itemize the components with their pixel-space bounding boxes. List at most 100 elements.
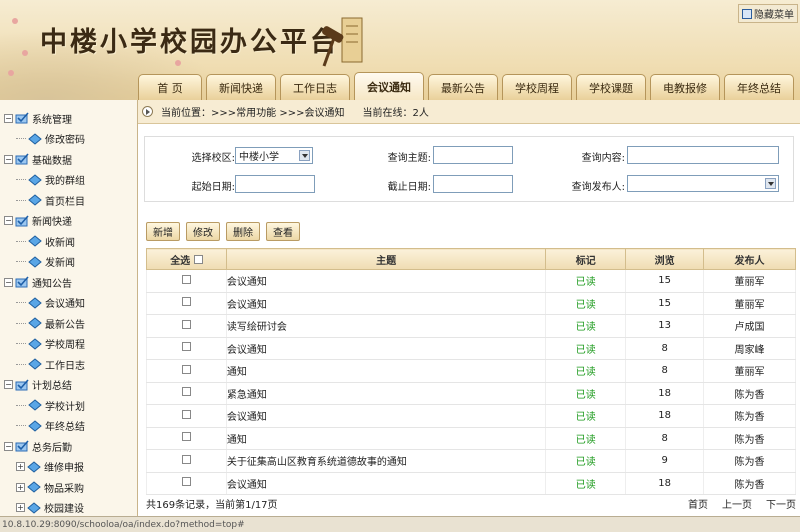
subject-cell[interactable]: 通知	[225, 427, 547, 450]
start-date-input[interactable]	[235, 175, 315, 193]
publisher-select[interactable]	[627, 175, 779, 192]
end-date-input[interactable]	[433, 175, 513, 193]
row-checkbox[interactable]	[181, 342, 191, 352]
sidebar-item[interactable]: − 基础数据	[0, 149, 137, 170]
tab-item[interactable]: 最新公告	[428, 74, 498, 100]
edit-button[interactable]: 修改	[186, 222, 220, 241]
table-row[interactable]: 会议通知 已读 8 周家峰	[146, 337, 796, 360]
subject-header[interactable]: 主题	[225, 248, 547, 270]
row-checkbox[interactable]	[181, 432, 191, 442]
expand-icon[interactable]: +	[16, 482, 25, 492]
select-all-checkbox[interactable]	[193, 254, 203, 264]
end-date-label: 截止日期:	[387, 182, 431, 193]
pagination-bar: 共169条记录，当前第1/17页 首页 上一页 下一页	[146, 496, 796, 511]
subject-cell[interactable]: 通知	[225, 359, 547, 383]
collapse-icon[interactable]: −	[4, 441, 13, 451]
diamond-icon	[27, 502, 41, 514]
status-url: 10.8.10.29:8090/schooloa/oa/index.do?met…	[2, 519, 245, 530]
table-row[interactable]: 通知 已读 8 董丽军	[146, 359, 796, 383]
subject-cell[interactable]: 会议通知	[225, 269, 547, 293]
tab-item[interactable]: 会议通知	[354, 72, 424, 100]
publisher-header[interactable]: 发布人	[703, 248, 796, 270]
view-button[interactable]: 查看	[266, 222, 300, 241]
sidebar-item[interactable]: 收新闻	[0, 231, 137, 252]
tab-item[interactable]: 新闻快递	[206, 74, 276, 100]
collapse-icon[interactable]: −	[4, 380, 13, 390]
sidebar-item[interactable]: + 维修申报	[0, 457, 137, 478]
delete-button[interactable]: 删除	[226, 222, 260, 241]
subject-cell[interactable]: 读写绘研讨会	[225, 314, 547, 338]
subject-cell[interactable]: 会议通知	[225, 404, 547, 428]
play-icon[interactable]	[142, 106, 153, 117]
expand-icon[interactable]: +	[16, 503, 25, 513]
mark-cell: 已读	[545, 359, 627, 383]
next-page-link[interactable]: 下一页	[766, 496, 796, 511]
table-row[interactable]: 会议通知 已读 15 董丽军	[146, 292, 796, 315]
row-checkbox[interactable]	[181, 387, 191, 397]
views-header[interactable]: 浏览	[625, 248, 705, 270]
row-checkbox[interactable]	[181, 477, 191, 487]
sidebar-item[interactable]: 年终总结	[0, 416, 137, 437]
table-row[interactable]: 关于征集高山区教育系统道德故事的通知 已读 9 陈为香	[146, 449, 796, 473]
row-checkbox[interactable]	[181, 409, 191, 419]
tab-item[interactable]: 首 页	[138, 74, 202, 100]
sidebar-item[interactable]: − 计划总结	[0, 375, 137, 396]
tab-item[interactable]: 年终总结	[724, 74, 794, 100]
table-row[interactable]: 紧急通知 已读 18 陈为香	[146, 382, 796, 405]
sidebar-item[interactable]: 我的群组	[0, 170, 137, 191]
subject-cell[interactable]: 会议通知	[225, 292, 547, 315]
subject-cell[interactable]: 会议通知	[225, 472, 547, 495]
publisher-cell: 陈为香	[703, 449, 796, 473]
expand-icon[interactable]: +	[16, 462, 25, 472]
hide-menu-button[interactable]: 隐藏菜单	[738, 4, 798, 23]
sidebar-item[interactable]: + 物品采购	[0, 477, 137, 498]
sidebar-item[interactable]: 修改密码	[0, 129, 137, 150]
sidebar-item[interactable]: − 通知公告	[0, 272, 137, 293]
collapse-icon[interactable]: −	[4, 154, 13, 164]
add-button[interactable]: 新增	[146, 222, 180, 241]
sidebar-item[interactable]: − 总务后勤	[0, 436, 137, 457]
subject-cell[interactable]: 关于征集高山区教育系统道德故事的通知	[225, 449, 547, 473]
sidebar-item[interactable]: 最新公告	[0, 313, 137, 334]
sidebar-item[interactable]: 学校周程	[0, 334, 137, 355]
row-checkbox[interactable]	[181, 297, 191, 307]
school-select-value: 中楼小学	[239, 152, 279, 163]
tab-item[interactable]: 工作日志	[280, 74, 350, 100]
select-all-label: 全选	[170, 255, 191, 267]
collapse-icon[interactable]: −	[4, 277, 13, 287]
school-select[interactable]: 中楼小学	[235, 147, 313, 164]
collapse-icon[interactable]: −	[4, 216, 13, 226]
sidebar-item[interactable]: 发新闻	[0, 252, 137, 273]
subject-cell[interactable]: 紧急通知	[225, 382, 547, 405]
sidebar-item[interactable]: − 新闻快递	[0, 211, 137, 232]
sidebar-item[interactable]: 会议通知	[0, 293, 137, 314]
sidebar-item[interactable]: − 系统管理	[0, 108, 137, 129]
row-checkbox[interactable]	[181, 364, 191, 374]
subject-input[interactable]	[433, 146, 513, 164]
views-cell: 8	[625, 427, 705, 450]
tab-item[interactable]: 电教报修	[650, 74, 720, 100]
table-row[interactable]: 会议通知 已读 18 陈为香	[146, 472, 796, 495]
diamond-icon	[28, 256, 42, 268]
table-row[interactable]: 会议通知 已读 15 董丽军	[146, 269, 796, 293]
tab-item[interactable]: 学校周程	[502, 74, 572, 100]
mark-header[interactable]: 标记	[545, 248, 627, 270]
first-page-link[interactable]: 首页	[688, 496, 708, 511]
table-row[interactable]: 通知 已读 8 陈为香	[146, 427, 796, 450]
collapse-icon[interactable]: −	[4, 113, 13, 123]
sidebar-item[interactable]: 首页栏目	[0, 190, 137, 211]
sidebar-item-label: 物品采购	[44, 483, 84, 495]
content-input[interactable]	[627, 146, 779, 164]
sidebar-item[interactable]: + 校园建设	[0, 498, 137, 517]
sidebar-item[interactable]: 学校计划	[0, 395, 137, 416]
row-checkbox[interactable]	[181, 274, 191, 284]
sidebar-item[interactable]: 工作日志	[0, 354, 137, 375]
row-checkbox[interactable]	[181, 454, 191, 464]
table-row[interactable]: 读写绘研讨会 已读 13 卢成国	[146, 314, 796, 338]
table-row[interactable]: 会议通知 已读 18 陈为香	[146, 404, 796, 428]
sidebar-item-label: 学校周程	[45, 340, 85, 352]
subject-cell[interactable]: 会议通知	[225, 337, 547, 360]
row-checkbox[interactable]	[181, 319, 191, 329]
tab-item[interactable]: 学校课题	[576, 74, 646, 100]
prev-page-link[interactable]: 上一页	[722, 496, 752, 511]
